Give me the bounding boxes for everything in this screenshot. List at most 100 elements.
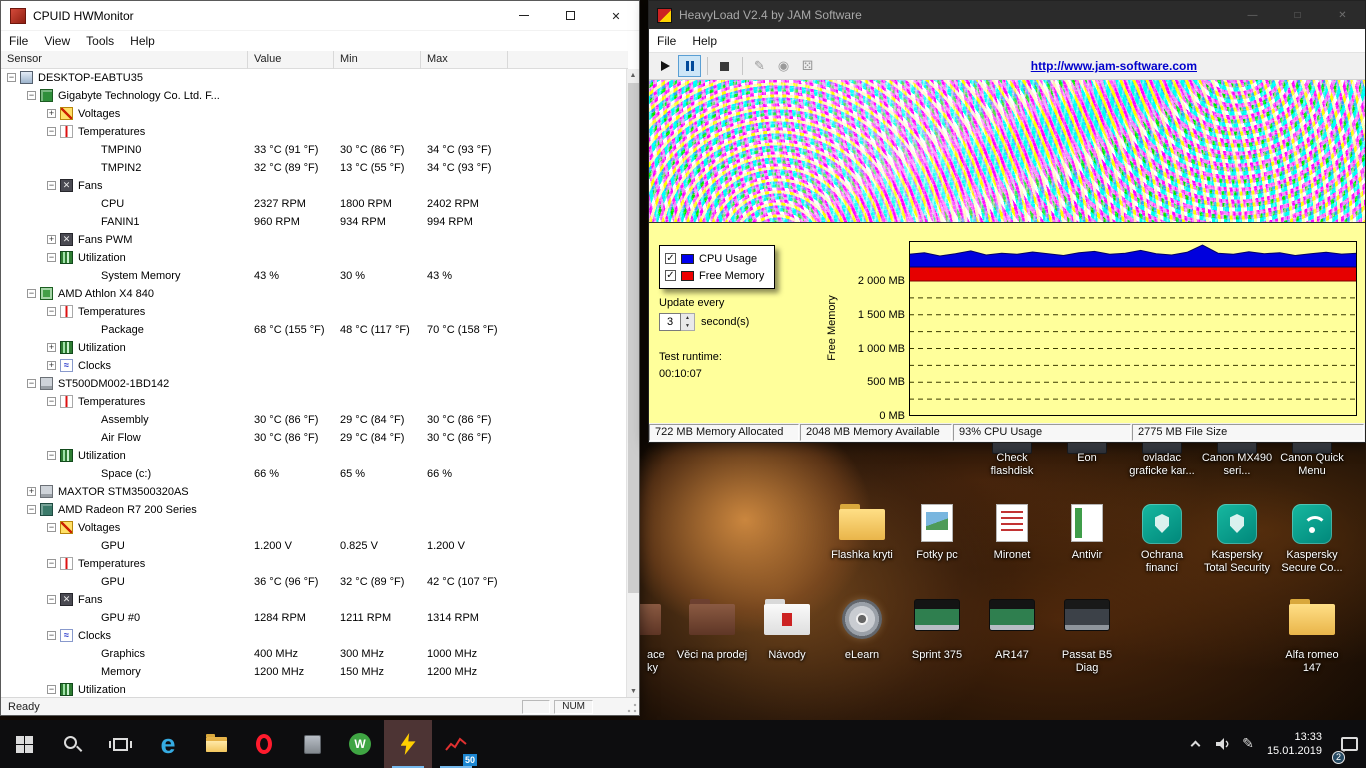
tree-row[interactable]: +MAXTOR STM3500320AS	[1, 483, 628, 501]
tree-row[interactable]: −Utilization	[1, 447, 628, 465]
tree-row[interactable]: TMPIN232 °C (89 °F)13 °C (55 °F)34 °C (9…	[1, 159, 628, 177]
tree-row[interactable]: −Temperatures	[1, 303, 628, 321]
memory-test-button[interactable]	[772, 55, 795, 77]
tree-row[interactable]: System Memory43 %30 %43 %	[1, 267, 628, 285]
jam-software-link[interactable]: http://www.jam-software.com	[1031, 59, 1197, 73]
hwmonitor-close-button[interactable]	[593, 1, 639, 31]
tree-row[interactable]: FANIN1960 RPM934 RPM994 RPM	[1, 213, 628, 231]
hwmonitor-menu-view[interactable]: View	[36, 32, 78, 50]
tree-row[interactable]: −Fans	[1, 591, 628, 609]
heavyload-maximize-button[interactable]: □	[1275, 1, 1320, 29]
tree-row[interactable]: −Temperatures	[1, 555, 628, 573]
heavyload-menu-help[interactable]: Help	[684, 32, 725, 50]
taskbar-wps-button[interactable]	[336, 720, 384, 768]
resize-grip[interactable]	[626, 702, 638, 714]
hwmonitor-scrollbar[interactable]: ▲ ▼	[626, 69, 639, 699]
tree-expander[interactable]: −	[47, 595, 56, 604]
tree-row[interactable]: −AMD Radeon R7 200 Series	[1, 501, 628, 519]
hwmonitor-menu-file[interactable]: File	[1, 32, 36, 50]
taskbar-clock[interactable]: 13:33 15.01.2019	[1267, 720, 1322, 768]
spinner-down-icon[interactable]: ▼	[681, 322, 694, 330]
tray-volume-button[interactable]	[1209, 720, 1235, 768]
tree-row[interactable]: +Fans PWM	[1, 231, 628, 249]
taskbar-pc-suite-button[interactable]	[288, 720, 336, 768]
tree-expander[interactable]: −	[47, 181, 56, 190]
tree-expander[interactable]: −	[27, 91, 36, 100]
tree-row[interactable]: −Temperatures	[1, 393, 628, 411]
legend-checkbox[interactable]: ✓	[665, 270, 676, 281]
write-test-file-button[interactable]	[748, 55, 771, 77]
tree-row[interactable]: −AMD Athlon X4 840	[1, 285, 628, 303]
tree-expander[interactable]: −	[47, 451, 56, 460]
heavyload-minimize-button[interactable]: —	[1230, 1, 1275, 29]
taskbar-hwmonitor-button[interactable]: 50	[432, 720, 480, 768]
tree-row[interactable]: GPU36 °C (96 °F)32 °C (89 °F)42 °C (107 …	[1, 573, 628, 591]
tree-row[interactable]: TMPIN033 °C (91 °F)30 °C (86 °F)34 °C (9…	[1, 141, 628, 159]
tree-row[interactable]: CPU2327 RPM1800 RPM2402 RPM	[1, 195, 628, 213]
tree-row[interactable]: −DESKTOP-EABTU35	[1, 69, 628, 87]
tree-row[interactable]: −Clocks	[1, 627, 628, 645]
heavyload-titlebar[interactable]: HeavyLoad V2.4 by JAM Software — □ ✕	[649, 1, 1365, 29]
tree-expander[interactable]: −	[47, 631, 56, 640]
tree-expander[interactable]: +	[47, 235, 56, 244]
hwmonitor-titlebar[interactable]: CPUID HWMonitor	[1, 1, 639, 31]
tree-expander[interactable]: −	[47, 559, 56, 568]
tree-row[interactable]: −Gigabyte Technology Co. Ltd. F...	[1, 87, 628, 105]
tree-expander[interactable]: −	[47, 253, 56, 262]
tree-expander[interactable]: −	[47, 523, 56, 532]
tree-row[interactable]: Air Flow30 °C (86 °F)29 °C (84 °F)30 °C …	[1, 429, 628, 447]
hwmonitor-minimize-button[interactable]	[501, 1, 547, 31]
tray-pen-button[interactable]	[1235, 720, 1261, 768]
update-interval-input[interactable]: 3	[659, 313, 681, 331]
taskbar-opera-button[interactable]	[240, 720, 288, 768]
tree-expander[interactable]: −	[47, 127, 56, 136]
tree-expander[interactable]: −	[7, 73, 16, 82]
tree-row[interactable]: +Voltages	[1, 105, 628, 123]
update-interval-spinner[interactable]: ▲ ▼	[681, 313, 695, 331]
tree-expander[interactable]: −	[27, 379, 36, 388]
column-header-sensor[interactable]: Sensor	[1, 51, 248, 69]
tree-row[interactable]: Assembly30 °C (86 °F)29 °C (84 °F)30 °C …	[1, 411, 628, 429]
tree-row[interactable]: Space (c:)66 %65 %66 %	[1, 465, 628, 483]
scroll-up-icon[interactable]: ▲	[627, 69, 639, 83]
tree-expander[interactable]: +	[27, 487, 36, 496]
column-header-max[interactable]: Max	[421, 51, 508, 69]
tree-row[interactable]: Graphics400 MHz300 MHz1000 MHz	[1, 645, 628, 663]
scrollbar-thumb[interactable]	[628, 83, 639, 593]
legend-checkbox[interactable]: ✓	[665, 253, 676, 264]
action-center-button[interactable]: 2	[1332, 720, 1366, 768]
hwmonitor-menu-help[interactable]: Help	[122, 32, 163, 50]
tree-row[interactable]: −ST500DM002-1BD142	[1, 375, 628, 393]
tree-row[interactable]: −Fans	[1, 177, 628, 195]
tree-expander[interactable]: −	[47, 307, 56, 316]
search-button[interactable]	[48, 720, 96, 768]
column-header-min[interactable]: Min	[334, 51, 421, 69]
tree-row[interactable]: −Temperatures	[1, 123, 628, 141]
tree-row[interactable]: GPU #01284 RPM1211 RPM1314 RPM	[1, 609, 628, 627]
tree-expander[interactable]: +	[47, 361, 56, 370]
hwmonitor-maximize-button[interactable]	[547, 1, 593, 31]
tree-row[interactable]: GPU1.200 V0.825 V1.200 V	[1, 537, 628, 555]
spinner-up-icon[interactable]: ▲	[681, 314, 694, 322]
tree-expander[interactable]: −	[47, 397, 56, 406]
pause-test-button[interactable]	[678, 55, 701, 77]
column-header-value[interactable]: Value	[248, 51, 334, 69]
start-test-button[interactable]	[654, 55, 677, 77]
task-view-button[interactable]	[96, 720, 144, 768]
hwmonitor-menu-tools[interactable]: Tools	[78, 32, 122, 50]
tree-row[interactable]: Package68 °C (155 °F)48 °C (117 °F)70 °C…	[1, 321, 628, 339]
taskbar-file-explorer-button[interactable]	[192, 720, 240, 768]
tree-row[interactable]: +Utilization	[1, 339, 628, 357]
tray-expand-button[interactable]	[1183, 720, 1209, 768]
taskbar-heavyload-button[interactable]	[384, 720, 432, 768]
cpu-test-button[interactable]	[796, 55, 819, 77]
tree-expander[interactable]: +	[47, 109, 56, 118]
tree-row[interactable]: +Clocks	[1, 357, 628, 375]
tree-row[interactable]: Memory1200 MHz150 MHz1200 MHz	[1, 663, 628, 681]
taskbar-edge-button[interactable]	[144, 720, 192, 768]
tree-expander[interactable]: −	[27, 289, 36, 298]
stop-test-button[interactable]	[713, 55, 736, 77]
tree-expander[interactable]: −	[47, 685, 56, 694]
heavyload-close-button[interactable]: ✕	[1320, 1, 1365, 29]
tree-expander[interactable]: +	[47, 343, 56, 352]
